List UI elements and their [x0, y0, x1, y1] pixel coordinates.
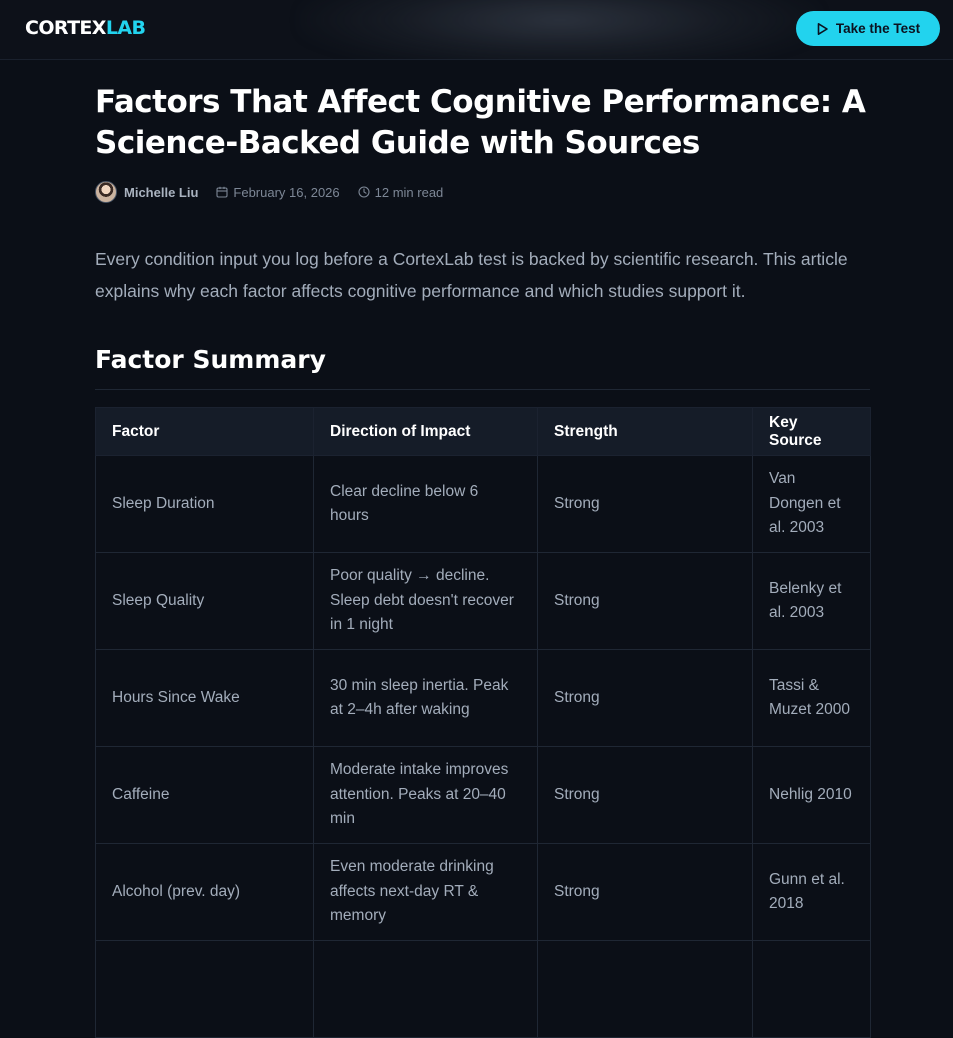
article-lead-paragraph: Every condition input you log before a C…	[95, 249, 848, 301]
factor-cell: Sleep Duration	[95, 455, 314, 553]
column-header-key-source: Key Source	[752, 407, 871, 456]
article-title: Factors That Affect Cognitive Performanc…	[95, 84, 866, 161]
calendar-icon	[216, 186, 228, 198]
publish-date-text: February 16, 2026	[233, 184, 340, 200]
factor-cell: Hours Since Wake	[95, 649, 314, 747]
table-row: Sleep Quality Poor quality → decline. Sl…	[95, 552, 871, 650]
header-background-glow	[300, 0, 820, 59]
factor-summary-table: Factor Direction of Impact Strength Key …	[95, 407, 871, 1038]
source-cell: Nehlig 2010	[752, 746, 871, 844]
table-row: Sleep Duration Clear decline below 6 hou…	[95, 455, 871, 553]
logo-text-accent: LAB	[105, 17, 146, 39]
direction-cell: Clear decline below 6 hours	[313, 455, 538, 553]
source-cell: Tassi & Muzet 2000	[752, 649, 871, 747]
strength-cell: Strong	[537, 455, 753, 553]
article-body: Factors That Affect Cognitive Performanc…	[95, 60, 871, 1038]
source-cell: Belenky et al. 2003	[752, 552, 871, 650]
take-the-test-label: Take the Test	[835, 21, 921, 36]
direction-cell: Poor quality → decline. Sleep debt doesn…	[313, 552, 538, 650]
logo-text-primary: CORTEX	[25, 17, 106, 39]
author-avatar	[95, 181, 117, 203]
article-meta: Michelle Liu February 16, 2026 12 min re…	[95, 181, 870, 203]
source-cell: Van Dongen et al. 2003	[752, 455, 871, 553]
direction-cell: Moderate intake improves attention. Peak…	[313, 746, 538, 844]
column-header-factor: Factor	[95, 407, 314, 456]
clock-icon	[358, 186, 370, 198]
direction-cell: 30 min sleep inertia. Peak at 2–4h after…	[313, 649, 538, 747]
read-time-text: 12 min read	[374, 184, 444, 200]
section-heading-factor-summary: Factor Summary	[95, 344, 870, 390]
table-row: Hours Since Wake 30 min sleep inertia. P…	[95, 649, 871, 747]
column-header-strength: Strength	[537, 407, 753, 456]
take-the-test-button[interactable]: Take the Test	[796, 11, 940, 46]
strength-cell: Strong	[537, 843, 753, 941]
top-navigation-bar: CORTEXLAB Take the Test	[0, 0, 953, 60]
source-cell: Gunn et al. 2018	[752, 843, 871, 941]
factor-cell: Alcohol (prev. day)	[95, 843, 314, 941]
play-icon	[816, 22, 829, 36]
strength-cell: Strong	[537, 552, 753, 650]
strength-cell: Strong	[537, 649, 753, 747]
publish-date: February 16, 2026	[216, 184, 340, 200]
read-time: 12 min read	[358, 184, 444, 200]
column-header-direction: Direction of Impact	[313, 407, 538, 456]
table-row-partial	[95, 940, 871, 1038]
cortexlab-logo[interactable]: CORTEXLAB	[25, 16, 146, 40]
strength-cell: Strong	[537, 746, 753, 844]
factor-cell: Caffeine	[95, 746, 314, 844]
author-name[interactable]: Michelle Liu	[124, 185, 198, 200]
factor-cell: Sleep Quality	[95, 552, 314, 650]
table-header-row: Factor Direction of Impact Strength Key …	[95, 407, 871, 456]
table-row: Alcohol (prev. day) Even moderate drinki…	[95, 843, 871, 941]
direction-cell: Even moderate drinking affects next-day …	[313, 843, 538, 941]
table-row: Caffeine Moderate intake improves attent…	[95, 746, 871, 844]
